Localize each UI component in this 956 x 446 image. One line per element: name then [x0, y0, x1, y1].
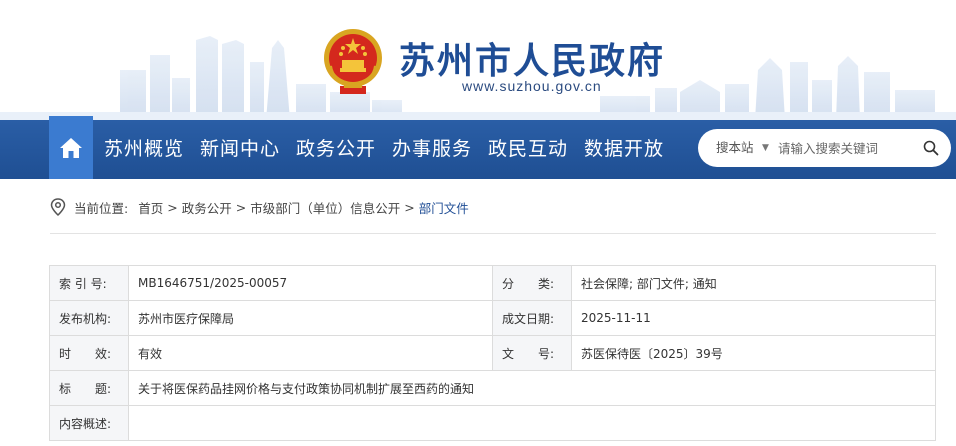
- publisher-label: 发布机构:: [49, 300, 129, 336]
- table-row: 发布机构: 苏州市医疗保障局 成文日期: 2025-11-11: [49, 300, 936, 336]
- divider: [50, 233, 936, 234]
- document-info-table: 索 引 号: MB1646751/2025-00057 分 类: 社会保障; 部…: [49, 265, 936, 441]
- summary-value: [128, 405, 936, 441]
- breadcrumb-home[interactable]: 首页: [138, 198, 163, 217]
- table-row: 时 效: 有效 文 号: 苏医保待医〔2025〕39号: [49, 335, 936, 371]
- home-button[interactable]: [49, 116, 93, 179]
- title-label: 标 题:: [49, 370, 129, 406]
- index-value: MB1646751/2025-00057: [128, 265, 493, 301]
- nav-item-overview[interactable]: 苏州概览: [104, 120, 184, 179]
- site-url[interactable]: www.suzhou.gov.cn: [462, 78, 602, 94]
- category-value: 社会保障; 部门文件; 通知: [571, 265, 936, 301]
- nav-item-open-data[interactable]: 数据开放: [584, 120, 664, 179]
- nav-item-interaction[interactable]: 政民互动: [488, 120, 568, 179]
- docno-value: 苏医保待医〔2025〕39号: [571, 335, 936, 371]
- site-title[interactable]: 苏州市人民政府: [399, 32, 665, 84]
- search-input[interactable]: [778, 138, 918, 158]
- breadcrumb-government-affairs[interactable]: 政务公开: [182, 198, 232, 217]
- breadcrumb: 当前位置: 首页 > 政务公开 > 市级部门（单位）信息公开 > 部门文件: [50, 196, 469, 218]
- breadcrumb-prefix: 当前位置:: [74, 200, 129, 216]
- location-pin-icon: [50, 198, 66, 216]
- national-emblem-icon: [324, 29, 382, 94]
- table-row: 索 引 号: MB1646751/2025-00057 分 类: 社会保障; 部…: [49, 265, 936, 301]
- title-value: 关于将医保药品挂网价格与支付政策协同机制扩展至西药的通知: [128, 370, 936, 406]
- breadcrumb-separator: >: [167, 199, 178, 215]
- summary-label: 内容概述:: [49, 405, 129, 441]
- search-icon[interactable]: [923, 140, 939, 156]
- date-label: 成文日期:: [492, 300, 572, 336]
- validity-value: 有效: [128, 335, 493, 371]
- breadcrumb-current[interactable]: 部门文件: [419, 198, 469, 217]
- search-scope-select[interactable]: 搜本站: [716, 129, 754, 167]
- breadcrumb-separator: >: [404, 199, 415, 215]
- nav-item-government-affairs[interactable]: 政务公开: [296, 120, 376, 179]
- publisher-value: 苏州市医疗保障局: [128, 300, 493, 336]
- header-banner: 苏州市人民政府 www.suzhou.gov.cn: [0, 0, 956, 120]
- date-value: 2025-11-11: [571, 300, 936, 336]
- docno-label: 文 号:: [492, 335, 572, 371]
- table-row: 标 题: 关于将医保药品挂网价格与支付政策协同机制扩展至西药的通知: [49, 370, 936, 406]
- home-icon: [60, 137, 82, 158]
- nav-item-news[interactable]: 新闻中心: [200, 120, 280, 179]
- breadcrumb-separator: >: [235, 199, 247, 215]
- caret-down-icon[interactable]: ▼: [762, 129, 769, 167]
- nav-item-services[interactable]: 办事服务: [392, 120, 472, 179]
- table-row: 内容概述:: [49, 405, 936, 441]
- category-label: 分 类:: [492, 265, 572, 301]
- breadcrumb-departments[interactable]: 市级部门（单位）信息公开: [250, 198, 400, 217]
- validity-label: 时 效:: [49, 335, 129, 371]
- index-label: 索 引 号:: [49, 265, 129, 301]
- search-box: 搜本站 ▼: [698, 129, 951, 167]
